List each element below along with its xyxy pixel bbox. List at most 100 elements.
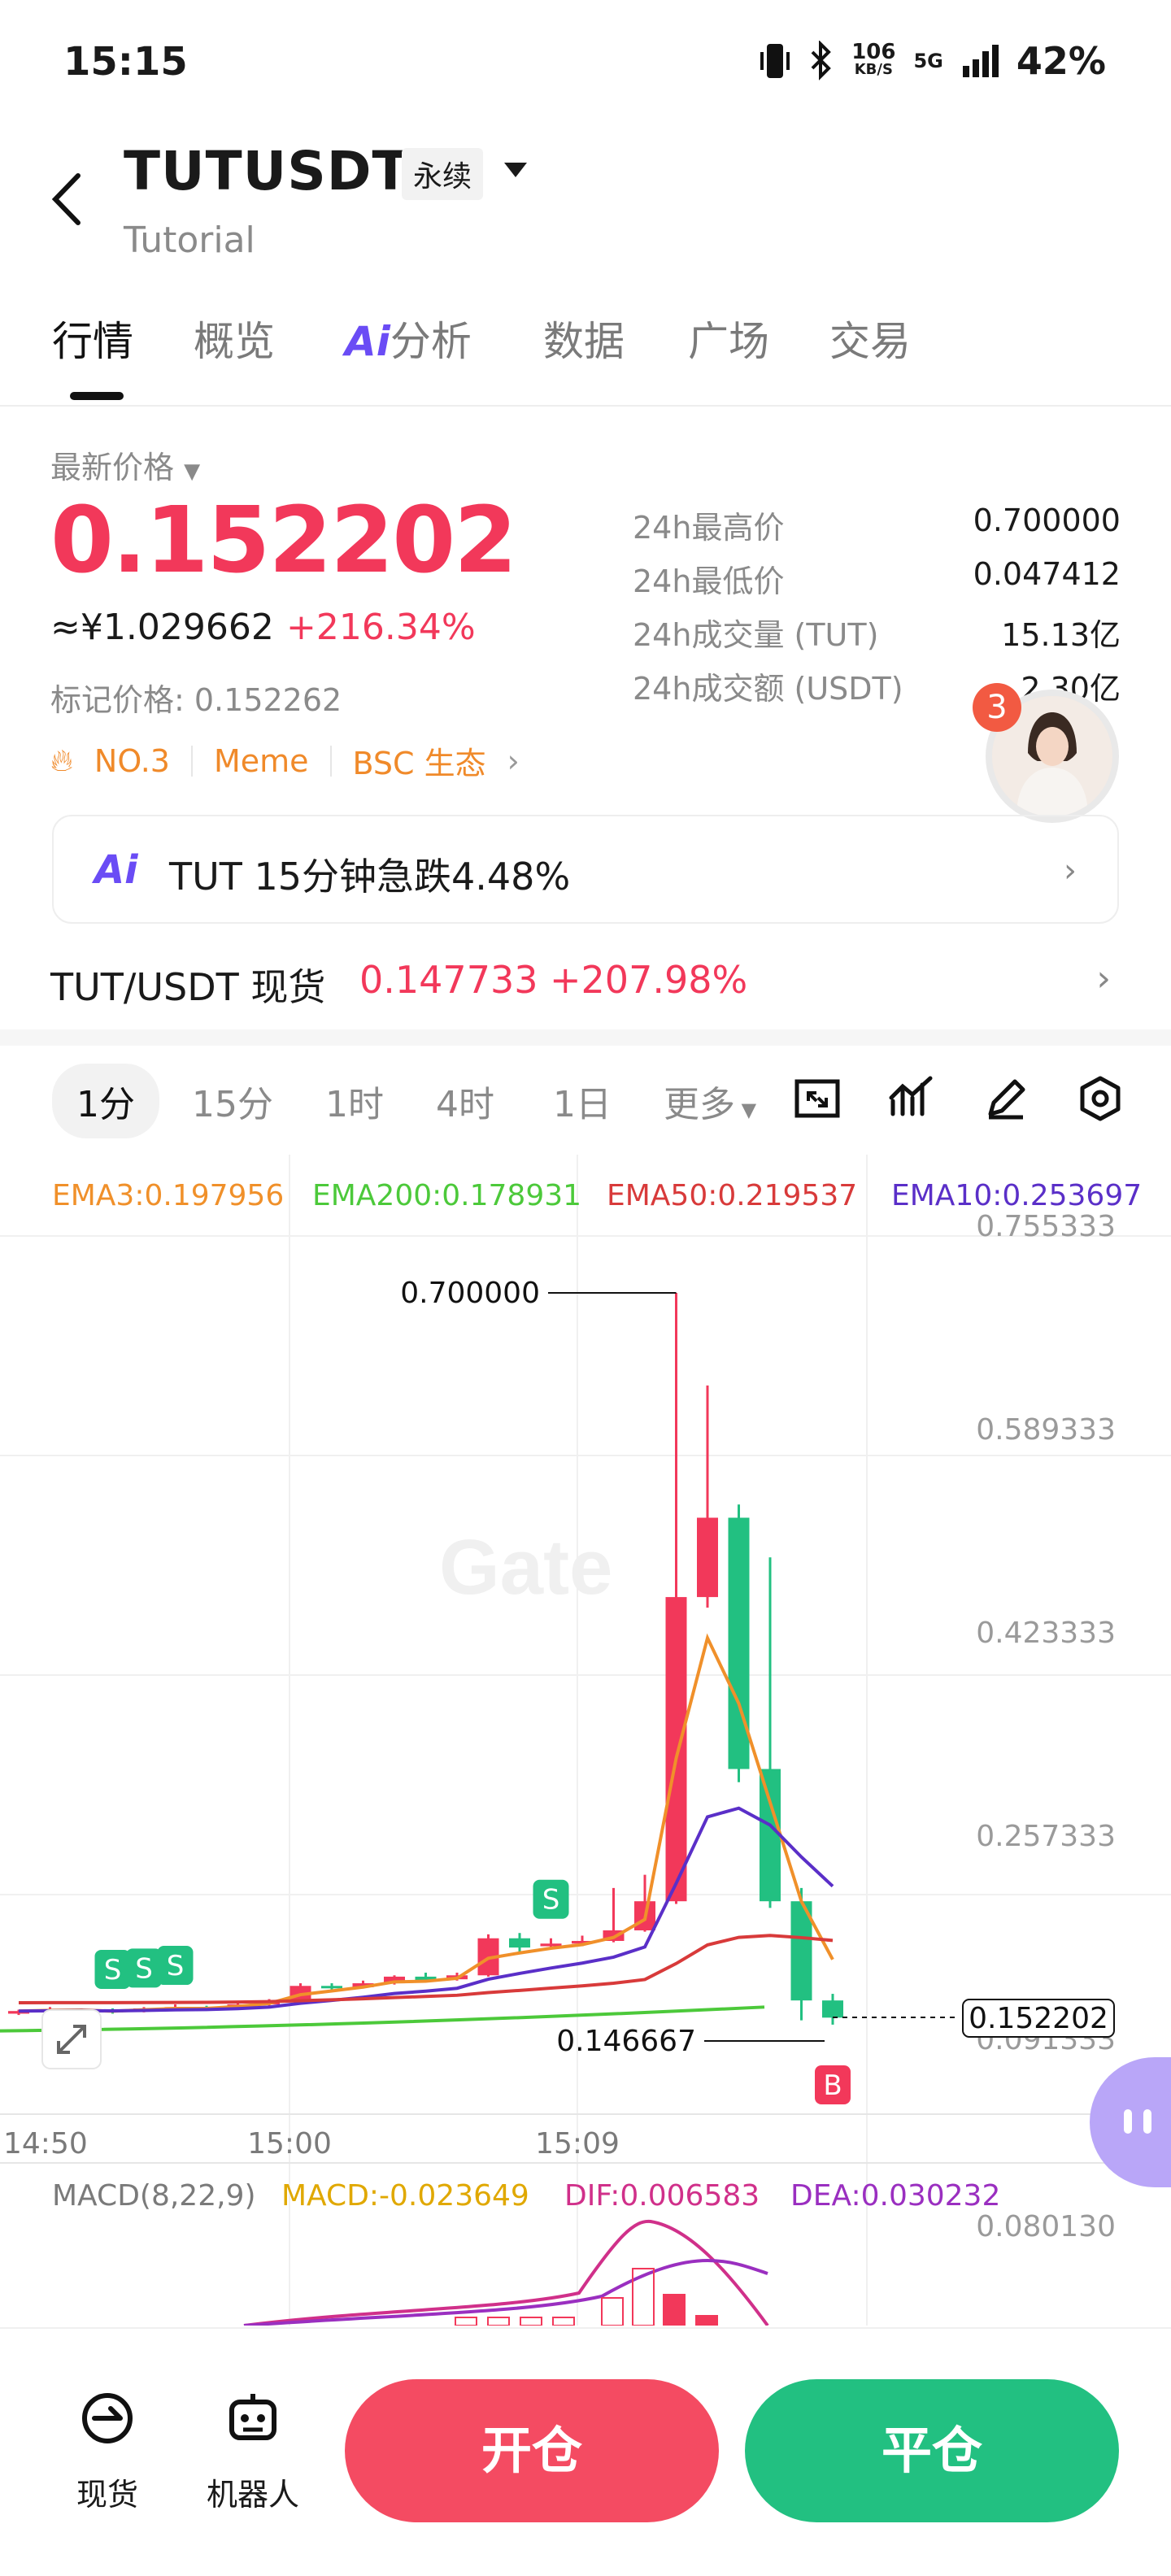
spot-pair: TUT/USDT 现货	[50, 965, 326, 1009]
tab-overview[interactable]: 概览	[194, 309, 275, 368]
ema-legend-ema10: EMA10:0.253697	[891, 1179, 1142, 1212]
robot-shortcut[interactable]: 机器人	[207, 2386, 299, 2514]
macd-histogram-bar	[552, 2317, 575, 2326]
y-tick-label: 0.589333	[976, 1413, 1116, 1447]
back-arrow-icon[interactable]	[50, 171, 83, 228]
chevron-right-icon: ›	[1064, 852, 1077, 890]
chevron-right-icon: ›	[507, 742, 520, 779]
pair-dropdown-icon[interactable]	[504, 163, 527, 177]
header: TUTUSDT 永续 Tutorial	[0, 130, 1171, 268]
y-tick-label: 0.423333	[976, 1617, 1116, 1650]
stat-low: 24h最低价 0.047412	[633, 556, 1121, 599]
tag-bsc[interactable]: BSC 生态	[353, 738, 486, 783]
candle-body	[321, 1986, 342, 1989]
caret-down-icon: ▼	[735, 1099, 757, 1121]
macd-histogram-bar	[695, 2315, 718, 2326]
open-position-button[interactable]: 开仓	[345, 2379, 719, 2522]
latest-price: 0.152202	[50, 488, 517, 594]
chevron-right-icon: ›	[1096, 958, 1111, 999]
high-price-label: 0.700000	[400, 1277, 540, 1310]
macd-legend-0: MACD(8,22,9)	[52, 2179, 256, 2213]
x-tick-label: 15:00	[247, 2127, 332, 2160]
ai-icon: Ai	[94, 847, 138, 893]
tag-meme[interactable]: Meme	[214, 743, 309, 779]
pair-subtitle: Tutorial	[124, 220, 255, 261]
pair-title[interactable]: TUTUSDT	[124, 140, 410, 202]
macd-histogram-bar	[663, 2294, 686, 2326]
spot-shortcut[interactable]: 现货	[75, 2386, 140, 2514]
candle-body	[760, 1769, 781, 1902]
fullscreen-chart-icon[interactable]	[792, 1073, 842, 1124]
tab-trade[interactable]: 交易	[829, 309, 911, 368]
dea-line	[243, 2258, 768, 2327]
tab-data[interactable]: 数据	[543, 309, 625, 368]
interval-15m[interactable]: 15分	[192, 1075, 273, 1127]
notification-badge: 3	[973, 683, 1021, 732]
macd-legend-2: DIF:0.006583	[564, 2179, 760, 2213]
mark-price: 标记价格: 0.152262	[50, 682, 342, 718]
robot-label: 机器人	[207, 2477, 300, 2513]
chat-bubble-icon	[1124, 2109, 1151, 2134]
indicator-icon[interactable]	[886, 1073, 937, 1124]
chart-settings-icon[interactable]	[1075, 1073, 1125, 1124]
interval-more[interactable]: 更多 ▼	[664, 1075, 756, 1127]
ema-legend-ema3: EMA3:0.197956	[52, 1179, 284, 1212]
ai-alert-text: TUT 15分钟急跌4.48%	[169, 855, 571, 899]
price-chart[interactable]: Gate 0.755333 0.589333 0.423333 0.257333 0.09…	[0, 1155, 1171, 2327]
candle-body	[697, 1517, 718, 1598]
y-tick-label: 0.257333	[976, 1820, 1116, 1853]
net-speed: 106 KB/S	[851, 40, 896, 78]
status-time: 15:15	[63, 39, 188, 85]
interval-bar: 1分 15分 1时 4时 1日 更多 ▼	[0, 1049, 1171, 1147]
spot-change: +207.98%	[550, 958, 748, 1002]
contract-type-badge[interactable]: 永续	[402, 148, 484, 200]
active-tab-indicator	[70, 392, 124, 400]
draw-pencil-icon[interactable]	[981, 1073, 1031, 1124]
battery-level: 42%	[1016, 39, 1106, 83]
tab-market[interactable]: 行情	[52, 309, 133, 368]
price-change: +216.34%	[286, 607, 476, 648]
macd-histogram-bar	[601, 2297, 624, 2326]
main-tabs: 行情 概览 Ai分析 数据 广场 交易	[0, 301, 1171, 407]
candle-body	[665, 1597, 687, 1902]
tab-square[interactable]: 广场	[688, 309, 769, 368]
close-position-button[interactable]: 平仓	[745, 2379, 1119, 2522]
latest-price-selector[interactable]: 最新价格 ▼	[50, 442, 200, 487]
tag-row[interactable]: 🔥︎ NO.3 Meme BSC 生态 ›	[50, 738, 520, 783]
floating-assistant-button[interactable]	[1090, 2057, 1171, 2187]
buy-marker-label: B	[823, 2069, 842, 2102]
spot-price: 0.147733	[359, 958, 538, 1002]
interval-1d[interactable]: 1日	[553, 1075, 612, 1127]
last-price-label: 0.152202	[969, 2002, 1108, 2035]
signal-icon	[962, 45, 999, 77]
robot-icon	[229, 2394, 276, 2440]
stat-volume: 24h成交量 (TUT) 15.13亿	[633, 617, 1121, 653]
tab-analysis[interactable]: Ai分析	[345, 309, 472, 368]
interval-4h[interactable]: 4时	[436, 1075, 494, 1127]
fire-icon: 🔥︎	[50, 742, 73, 778]
sell-marker-label: S	[104, 1954, 122, 1986]
y-tick-label: 0.755333	[976, 1210, 1116, 1243]
candle-body	[509, 1938, 530, 1948]
sell-marker-label: S	[135, 1952, 153, 1985]
ai-alert-card[interactable]: Ai TUT 15分钟急跌4.48% ›	[52, 815, 1119, 924]
status-icons: 106 KB/S 5G 42%	[759, 39, 1106, 83]
gate-watermark: Gate	[439, 1524, 612, 1611]
spot-label: 现货	[76, 2477, 138, 2513]
interval-1m[interactable]: 1分	[52, 1064, 159, 1138]
candlestick-chart[interactable]: Gate0.7553330.5893330.4233330.2573330.09…	[0, 1155, 1171, 2327]
vibrate-icon	[760, 44, 790, 78]
spot-swap-icon	[82, 2393, 133, 2443]
macd-histogram-bar	[487, 2317, 510, 2326]
macd-legend-1: MACD:-0.023649	[281, 2179, 529, 2213]
interval-1h[interactable]: 1时	[325, 1075, 384, 1127]
sell-marker-label: S	[542, 1884, 560, 1917]
x-tick-label: 14:50	[3, 2127, 88, 2160]
tag-rank[interactable]: NO.3	[94, 743, 170, 779]
cny-price: ≈¥1.029662	[50, 607, 274, 648]
section-divider	[0, 1029, 1171, 1046]
status-bar: 15:15 106 KB/S 5G 42%	[0, 0, 1171, 122]
ema-legend-ema200: EMA200:0.178931	[312, 1179, 581, 1212]
x-tick-label: 15:09	[535, 2127, 620, 2160]
spot-row[interactable]: TUT/USDT 现货 0.147733 +207.98% ›	[0, 943, 1171, 1025]
